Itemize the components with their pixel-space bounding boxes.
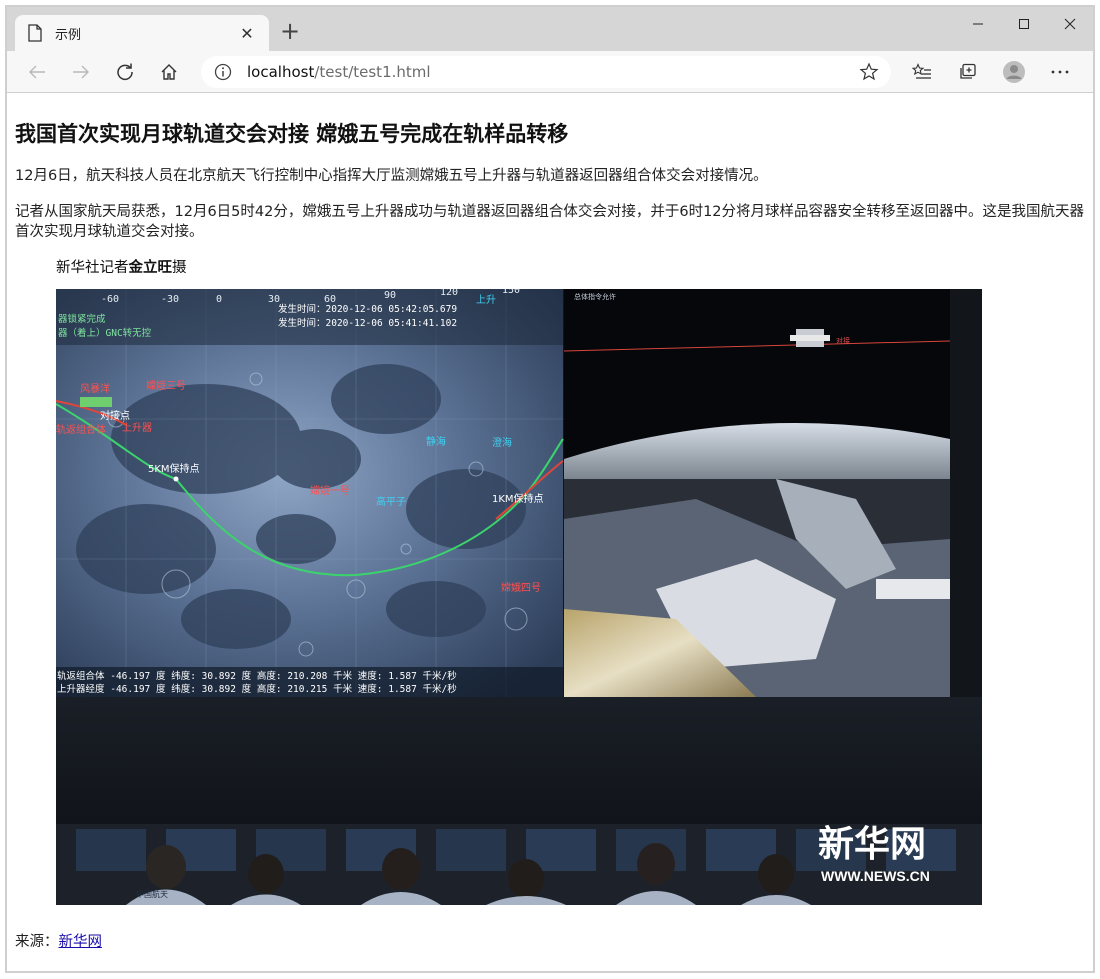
tab-strip: 示例 ✕ +	[7, 7, 1093, 51]
scale-label: 150	[502, 289, 520, 296]
collections-icon	[960, 63, 976, 79]
label-ascender: 上升器	[122, 422, 152, 434]
watermark-cn: 新华网	[818, 824, 926, 865]
toolbar-right-buttons	[899, 55, 1083, 89]
label-1km: 1KM保持点	[492, 492, 544, 505]
avatar-icon	[1003, 60, 1025, 83]
scale-label: -30	[161, 294, 179, 305]
favorites-button[interactable]	[899, 55, 945, 89]
ascender-craft	[790, 329, 830, 347]
info-icon[interactable]	[213, 62, 233, 82]
status-line-2: 器（着上）GNC转无控	[58, 327, 152, 339]
page-content: 我国首次实现月球轨道交会对接 嫦娥五号完成在轨样品转移 12月6日，航天科技人员…	[7, 94, 1093, 971]
maximize-icon	[1019, 19, 1029, 29]
url-host: localhost	[247, 62, 315, 81]
caption-photographer: 金立旺	[128, 260, 173, 276]
telemetry-line-2: 上升器经度 -46.197 度 纬度: 30.892 度 高度: 210.215…	[57, 683, 457, 695]
home-button[interactable]	[147, 55, 191, 89]
article-photo: -60 -30 0 30 60 90 120 150 发生时间：2020-12-…	[56, 289, 982, 905]
forward-button[interactable]	[59, 55, 103, 89]
label-plain: 高平子	[376, 495, 406, 508]
label-serenity: 澄海	[492, 436, 512, 449]
close-window-button[interactable]	[1047, 7, 1093, 41]
minimize-icon	[973, 23, 983, 25]
profile-button[interactable]	[991, 55, 1037, 89]
source-line: 来源：新华网	[15, 930, 102, 951]
label-docking-point: 对接点	[100, 409, 130, 422]
scale-label: -60	[101, 294, 119, 305]
collections-button[interactable]	[945, 55, 991, 89]
caption-prefix: 新华社记者	[56, 260, 129, 276]
photo-caption: 新华社记者金立旺摄	[56, 256, 1085, 277]
refresh-button[interactable]	[103, 55, 147, 89]
uniform-badge: 中国航天	[136, 889, 168, 899]
source-link[interactable]: 新华网	[59, 934, 103, 950]
right-screen-header: 总体指令允许	[574, 292, 616, 301]
label-storm: 风暴洋	[80, 382, 110, 395]
scale-label: 0	[216, 294, 222, 305]
article-paragraph-2: 记者从国家航天局获悉，12月6日5时42分，嫦娥五号上升器成功与轨道器返回器组合…	[15, 204, 1085, 240]
support-strut	[876, 579, 950, 599]
tab-title: 示例	[55, 27, 82, 43]
label-ce1: 嫦娥一号	[310, 484, 350, 497]
article-paragraph-1: 12月6日，航天科技人员在北京航天飞行控制中心指挥大厅监测嫦娥五号上升器与轨道器…	[15, 168, 768, 184]
close-icon	[1064, 18, 1076, 30]
scale-label: 90	[384, 290, 396, 301]
browser-toolbar: localhost/test/test1.html	[7, 51, 1093, 93]
url-path: /test/test1.html	[314, 62, 431, 81]
telemetry-line-1: 轨返组合体 -46.197 度 纬度: 30.892 度 高度: 210.208…	[57, 670, 457, 682]
right-screen-dock-label: 对接	[836, 336, 850, 345]
more-dots-icon	[1051, 70, 1069, 73]
label-chang: 嫦娥四号	[501, 581, 541, 594]
label-tranq: 静海	[426, 435, 446, 448]
status-line-1: 器锁紧完成	[58, 313, 106, 325]
label-ascent: 上升	[476, 294, 496, 306]
landing-zone-marker	[80, 397, 112, 407]
label-combo: 轨返组合体	[56, 423, 106, 436]
page-icon	[28, 24, 42, 42]
xinhua-watermark: 新华网 WWW.NEWS.CN	[818, 824, 930, 884]
back-button[interactable]	[15, 55, 59, 89]
hold-point-5km-marker	[173, 476, 179, 482]
new-tab-button[interactable]: +	[277, 17, 303, 45]
tab-active[interactable]: 示例 ✕	[15, 15, 269, 51]
watermark-url: WWW.NEWS.CN	[821, 868, 930, 884]
article-title: 我国首次实现月球轨道交会对接 嫦娥五号完成在轨样品转移	[15, 122, 569, 146]
minimize-button[interactable]	[955, 7, 1001, 41]
back-arrow-icon	[29, 65, 45, 78]
browser-window: 示例 ✕ + localhost/test/test1.html 我国首次实现月…	[5, 5, 1095, 973]
scale-label: 120	[440, 289, 458, 298]
event-time-1: 发生时间：2020-12-06 05:42:05.679	[278, 303, 457, 315]
maximize-button[interactable]	[1001, 7, 1047, 41]
settings-menu-button[interactable]	[1037, 55, 1083, 89]
favorite-star-icon[interactable]	[859, 62, 879, 82]
caption-suffix: 摄	[172, 260, 187, 276]
favorites-list-icon	[912, 62, 931, 79]
forward-arrow-icon	[73, 65, 89, 78]
event-time-2: 发生时间：2020-12-06 05:41:41.102	[278, 317, 457, 329]
source-label: 来源：	[15, 934, 59, 950]
home-icon	[161, 63, 177, 80]
refresh-icon	[117, 63, 133, 80]
label-rest: 嫦娥三号	[146, 379, 186, 392]
window-controls	[955, 7, 1093, 41]
close-tab-icon[interactable]: ✕	[237, 24, 257, 43]
address-bar[interactable]: localhost/test/test1.html	[201, 55, 891, 88]
url-text: localhost/test/test1.html	[247, 63, 859, 81]
label-5km: 5KM保持点	[148, 462, 200, 475]
